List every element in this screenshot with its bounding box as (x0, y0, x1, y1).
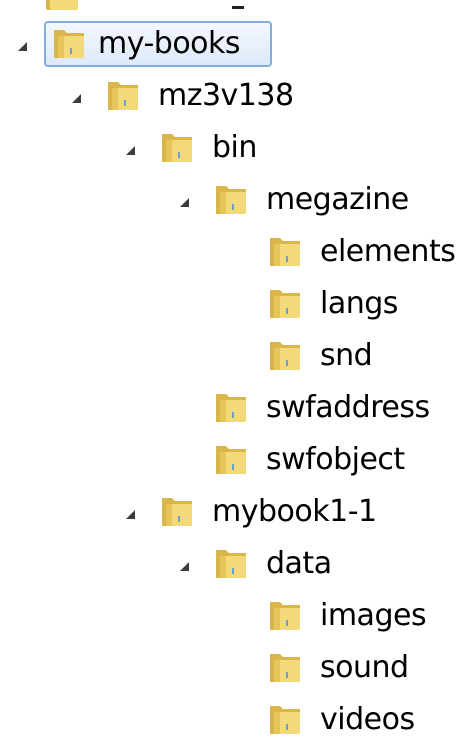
folder-icon (270, 602, 300, 630)
tree-item-label: my-books (98, 26, 241, 61)
tree-item-my-books[interactable]: my-books (0, 20, 290, 70)
tree-item-elements[interactable]: elements (0, 228, 471, 278)
tree-item-swfaddress[interactable]: swfaddress (0, 384, 471, 434)
expanded-arrow-icon[interactable] (18, 42, 27, 51)
folder-icon (46, 0, 78, 10)
tree-item-mz3v138[interactable]: mz3v138 (0, 72, 471, 122)
folder-icon (216, 446, 246, 474)
folder-icon (270, 342, 300, 370)
folder-tree: my-books mz3v138 bin megazine elements l… (0, 0, 471, 745)
tree-item-label: data (266, 546, 332, 581)
tree-item-label: images (320, 598, 427, 633)
tree-item-swfobject[interactable]: swfobject (0, 436, 471, 486)
tree-item-data[interactable]: data (0, 540, 471, 590)
tree-item-mybook1-1[interactable]: mybook1-1 (0, 488, 471, 538)
tree-item-snd[interactable]: snd (0, 332, 471, 382)
tree-item-label: bin (212, 130, 257, 165)
partial-label-fragment (232, 6, 244, 9)
folder-icon (108, 82, 138, 110)
tree-item-videos[interactable]: videos (0, 696, 471, 746)
folder-icon (216, 550, 246, 578)
tree-item-label: langs (320, 286, 398, 321)
tree-item-label: megazine (266, 182, 409, 217)
expanded-arrow-icon[interactable] (180, 198, 189, 207)
tree-item-sound[interactable]: sound (0, 644, 471, 694)
tree-item-images[interactable]: images (0, 592, 471, 642)
tree-item-label: snd (320, 338, 373, 373)
tree-item-langs[interactable]: langs (0, 280, 471, 330)
expanded-arrow-icon[interactable] (126, 146, 135, 155)
folder-icon (216, 394, 246, 422)
expanded-arrow-icon[interactable] (180, 562, 189, 571)
folder-icon (54, 30, 84, 58)
expanded-arrow-icon[interactable] (72, 94, 81, 103)
folder-icon (162, 134, 192, 162)
tree-item-bin[interactable]: bin (0, 124, 471, 174)
folder-icon (162, 498, 192, 526)
folder-icon (216, 186, 246, 214)
tree-item-label: elements (320, 234, 456, 269)
tree-item-megazine[interactable]: megazine (0, 176, 471, 226)
folder-icon (270, 290, 300, 318)
tree-item-label: swfaddress (266, 390, 430, 425)
folder-icon (270, 238, 300, 266)
tree-item-label: mybook1-1 (212, 494, 377, 529)
folder-icon (270, 654, 300, 682)
tree-item-label: videos (320, 702, 415, 737)
tree-item-label: swfobject (266, 442, 405, 477)
tree-item-label: mz3v138 (158, 78, 294, 113)
tree-item-label: sound (320, 650, 409, 685)
folder-icon (270, 706, 300, 734)
expanded-arrow-icon[interactable] (126, 510, 135, 519)
